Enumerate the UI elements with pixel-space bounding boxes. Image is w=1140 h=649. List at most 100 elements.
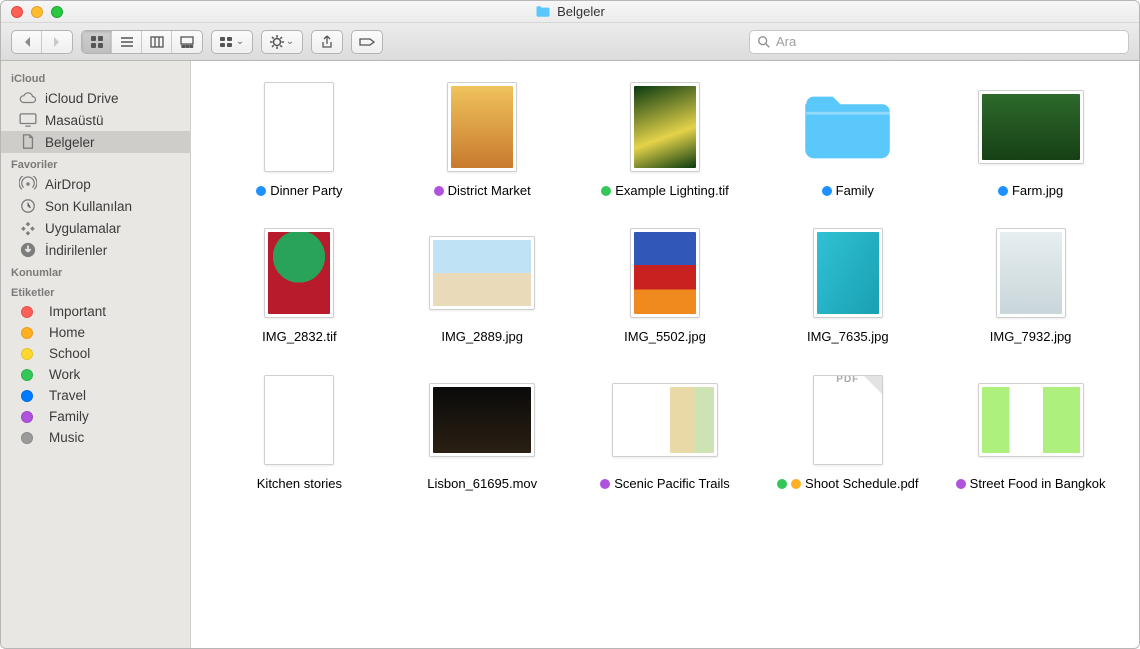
group-by-button[interactable]: ⌄ — [211, 30, 253, 54]
tag-dot-icon — [777, 479, 787, 489]
sidebar-item-tag-work[interactable]: Work — [1, 364, 190, 385]
sidebar-item-applications[interactable]: Uygulamalar — [1, 217, 190, 239]
file-thumbnail — [783, 227, 913, 319]
airdrop-icon — [19, 176, 37, 192]
file-item-dinner-party[interactable]: Dinner Party — [213, 81, 386, 199]
share-button[interactable] — [311, 30, 343, 54]
tag-dot-icon — [21, 306, 33, 318]
column-view-button[interactable] — [142, 31, 172, 53]
sidebar-item-tag-family[interactable]: Family — [1, 406, 190, 427]
file-name: IMG_7635.jpg — [807, 329, 889, 345]
minimize-button[interactable] — [31, 6, 43, 18]
sidebar-heading: iCloud — [1, 67, 190, 87]
file-item-img-2889[interactable]: IMG_2889.jpg — [396, 227, 569, 345]
sidebar-item-label: Son Kullanılan — [45, 199, 132, 214]
sidebar-item-recents[interactable]: Son Kullanılan — [1, 195, 190, 217]
file-thumbnail — [417, 81, 547, 173]
file-item-img-7635[interactable]: IMG_7635.jpg — [761, 227, 934, 345]
sidebar-item-tag-school[interactable]: School — [1, 343, 190, 364]
list-view-button[interactable] — [112, 31, 142, 53]
search-input[interactable] — [749, 30, 1129, 54]
sidebar-item-label: iCloud Drive — [45, 91, 119, 106]
folder-icon — [800, 89, 896, 165]
file-name-label: Kitchen stories — [257, 476, 342, 492]
back-button[interactable] — [12, 31, 42, 53]
tag-dot-icon — [21, 390, 33, 402]
tags-button[interactable] — [351, 30, 383, 54]
sidebar-item-label: Travel — [49, 388, 86, 403]
sidebar-item-label: Masaüstü — [45, 113, 104, 128]
sidebar-item-airdrop[interactable]: AirDrop — [1, 173, 190, 195]
sidebar-item-label: Home — [49, 325, 85, 340]
file-name: IMG_7932.jpg — [990, 329, 1072, 345]
sidebar-item-icloud-drive[interactable]: iCloud Drive — [1, 87, 190, 109]
file-name-label: Farm.jpg — [1012, 183, 1063, 199]
file-name-label: IMG_7932.jpg — [990, 329, 1072, 345]
tag-dot-icon — [21, 369, 33, 381]
sidebar-item-tag-home[interactable]: Home — [1, 322, 190, 343]
sidebar-item-label: Music — [49, 430, 84, 445]
file-thumbnail — [783, 81, 913, 173]
sidebar-item-label: Important — [49, 304, 106, 319]
sidebar-item-label: AirDrop — [45, 177, 91, 192]
file-item-lisbon[interactable]: Lisbon_61695.mov — [396, 374, 569, 492]
sidebar-item-label: Work — [49, 367, 80, 382]
file-thumbnail: PDF — [783, 374, 913, 466]
file-item-example-lighting[interactable]: Example Lighting.tif — [579, 81, 752, 199]
tag-dot-icon — [600, 479, 610, 489]
file-item-street-food[interactable]: Street Food in Bangkok — [944, 374, 1117, 492]
sidebar-item-downloads[interactable]: İndirilenler — [1, 239, 190, 261]
sidebar-item-label: Belgeler — [45, 135, 95, 150]
file-name-label: IMG_5502.jpg — [624, 329, 706, 345]
file-item-img-2832[interactable]: IMG_2832.tif — [213, 227, 386, 345]
zoom-button[interactable] — [51, 6, 63, 18]
file-name-label: Street Food in Bangkok — [970, 476, 1106, 492]
file-name: Example Lighting.tif — [601, 183, 728, 199]
window-title-text: Belgeler — [557, 4, 605, 19]
file-name: District Market — [434, 183, 531, 199]
file-name: Family — [822, 183, 874, 199]
file-item-farm[interactable]: Farm.jpg — [944, 81, 1117, 199]
file-name: Street Food in Bangkok — [956, 476, 1106, 492]
tag-dot-icon — [601, 186, 611, 196]
file-item-district-market[interactable]: District Market — [396, 81, 569, 199]
file-thumbnail — [966, 227, 1096, 319]
action-button[interactable]: ⌄ — [261, 30, 303, 54]
file-name-label: IMG_2889.jpg — [441, 329, 523, 345]
toolbar: ⌄ ⌄ — [1, 23, 1139, 61]
sidebar-item-documents[interactable]: Belgeler — [1, 131, 190, 153]
icon-view-button[interactable] — [82, 31, 112, 53]
nav-buttons — [11, 30, 73, 54]
tag-dot-icon — [998, 186, 1008, 196]
sidebar-item-desktop[interactable]: Masaüstü — [1, 109, 190, 131]
file-name-label: District Market — [448, 183, 531, 199]
finder-window: Belgeler ⌄ — [0, 0, 1140, 649]
apps-icon — [19, 220, 37, 236]
file-item-family[interactable]: Family — [761, 81, 934, 199]
file-name: Kitchen stories — [257, 476, 342, 492]
file-item-scenic[interactable]: Scenic Pacific Trails — [579, 374, 752, 492]
file-thumbnail — [234, 227, 364, 319]
file-item-shoot-schedule[interactable]: PDFShoot Schedule.pdf — [761, 374, 934, 492]
tag-dot-icon — [956, 479, 966, 489]
gallery-view-button[interactable] — [172, 31, 202, 53]
close-button[interactable] — [11, 6, 23, 18]
view-mode-buttons — [81, 30, 203, 54]
sidebar-item-tag-music[interactable]: Music — [1, 427, 190, 448]
file-name: Dinner Party — [256, 183, 342, 199]
sidebar-item-tag-travel[interactable]: Travel — [1, 385, 190, 406]
file-item-kitchen-stories[interactable]: Kitchen stories — [213, 374, 386, 492]
forward-button[interactable] — [42, 31, 72, 53]
file-item-img-5502[interactable]: IMG_5502.jpg — [579, 227, 752, 345]
tag-dot-icon — [21, 432, 33, 444]
search-field[interactable] — [749, 30, 1129, 54]
sidebar-item-label: Uygulamalar — [45, 221, 121, 236]
file-name: IMG_2832.tif — [262, 329, 336, 345]
sidebar: iCloudiCloud DriveMasaüstüBelgelerFavori… — [1, 61, 191, 648]
sidebar-item-tag-important[interactable]: Important — [1, 301, 190, 322]
file-name-label: Lisbon_61695.mov — [427, 476, 537, 492]
desktop-icon — [19, 112, 37, 128]
sidebar-item-label: İndirilenler — [45, 243, 107, 258]
file-item-img-7932[interactable]: IMG_7932.jpg — [944, 227, 1117, 345]
file-thumbnail — [417, 374, 547, 466]
